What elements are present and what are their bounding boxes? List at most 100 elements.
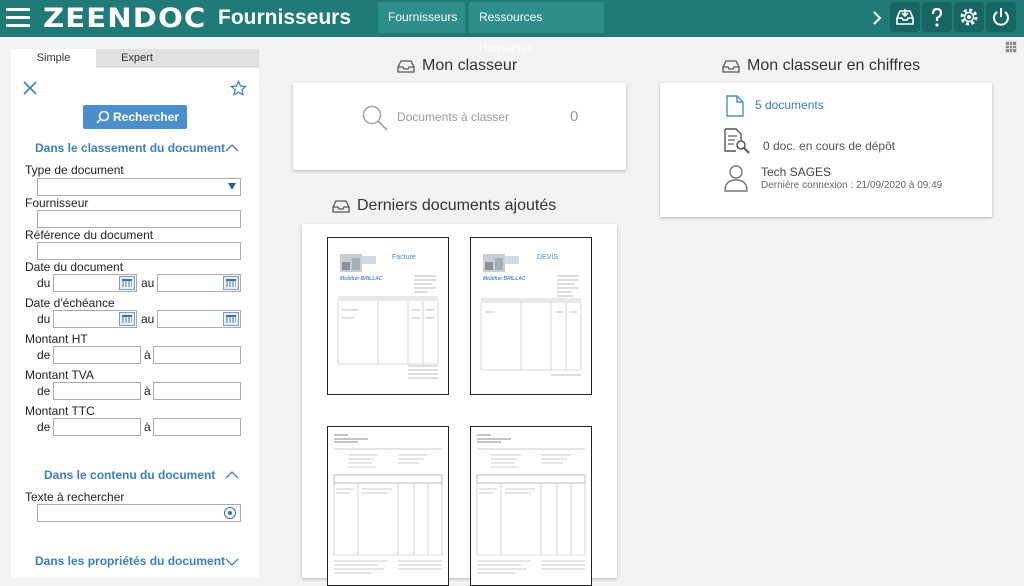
chevron-right-icon[interactable]	[870, 9, 884, 27]
montant-ttc-to-input[interactable]	[153, 418, 241, 436]
chiffres-title: Mon classeur en chiffres	[747, 57, 921, 74]
menu-icon[interactable]	[4, 4, 32, 32]
chevron-up-icon[interactable]	[225, 471, 239, 479]
label-du: du	[37, 312, 51, 326]
search-icon	[362, 105, 388, 131]
user-name: Tech SAGES	[761, 165, 832, 179]
label-montant-ttc: Montant TTC	[25, 404, 95, 418]
document-company: Mobilier BRILLAC	[483, 276, 526, 282]
search-button-label: Rechercher	[113, 110, 180, 124]
calendar-icon[interactable]	[223, 276, 239, 290]
label-du: du	[37, 276, 51, 290]
tab-ressources-humaines[interactable]: Ressources Humaines	[469, 2, 604, 55]
label-fournisseur: Fournisseur	[25, 196, 89, 210]
derniers-title: Derniers documents ajoutés	[357, 197, 557, 214]
search-panel: Simple Expert Rechercher Dans le classem…	[11, 49, 259, 578]
app-logo[interactable]: ZEENDOC	[43, 3, 206, 34]
power-icon	[993, 8, 1009, 26]
tab-simple[interactable]: Simple	[11, 49, 96, 68]
star-icon[interactable]	[230, 80, 247, 97]
derniers-card: Facture Mobilier BRILLAC DEVIS Mobilier …	[302, 224, 617, 586]
to-classify-link[interactable]: Documents à classer	[397, 110, 509, 124]
help-button[interactable]	[922, 2, 952, 32]
document-preview	[337, 254, 439, 379]
date-document-to-input[interactable]	[157, 274, 241, 292]
chevron-down-icon[interactable]	[225, 558, 239, 566]
montant-tva-from-input[interactable]	[53, 382, 141, 400]
label-montant-tva: Montant TVA	[25, 368, 94, 382]
label-type-document: Type de document	[25, 163, 124, 177]
search-mode-tabs: Simple Expert	[11, 49, 259, 68]
document-preview	[480, 254, 582, 376]
reference-input[interactable]	[37, 242, 241, 260]
classeur-card: Documents à classer 0	[293, 83, 626, 170]
grid-icon[interactable]	[1005, 41, 1017, 53]
search-button[interactable]: Rechercher	[83, 105, 187, 129]
fournisseur-input[interactable]	[37, 210, 241, 228]
montant-ht-from-input[interactable]	[53, 346, 141, 364]
document-thumbnail[interactable]	[327, 426, 449, 586]
settings-button[interactable]	[954, 2, 984, 32]
calendar-icon[interactable]	[223, 312, 239, 326]
label-de: de	[37, 348, 51, 362]
tray-icon	[332, 200, 350, 213]
depot-status: 0 doc. en cours de dépôt	[763, 139, 896, 153]
montant-ht-to-input[interactable]	[153, 346, 241, 364]
inbox-button[interactable]	[890, 2, 920, 32]
chevron-down-icon	[228, 183, 236, 190]
document-thumbnail[interactable]: Facture Mobilier BRILLAC	[327, 237, 449, 395]
calendar-icon[interactable]	[119, 312, 135, 326]
top-bar: ZEENDOC Fournisseurs Fournisseurs Ressou…	[0, 0, 1024, 55]
section-proprietes[interactable]: Dans les propriétés du document	[35, 554, 225, 568]
tab-fournisseurs[interactable]: Fournisseurs	[378, 2, 465, 33]
settings-icon	[960, 8, 978, 26]
tray-icon	[722, 60, 740, 73]
calendar-icon[interactable]	[119, 276, 135, 290]
label-montant-ht: Montant HT	[25, 332, 88, 346]
label-au: au	[141, 276, 155, 290]
label-a: à	[144, 420, 151, 434]
search-icon	[96, 110, 110, 124]
help-icon	[931, 7, 943, 27]
label-reference: Référence du document	[25, 228, 154, 242]
label-a: à	[144, 384, 151, 398]
texte-input[interactable]	[37, 504, 241, 522]
label-date-document: Date du document	[25, 260, 124, 274]
documents-count-link[interactable]: 5 documents	[755, 98, 824, 112]
section-classement[interactable]: Dans le classement du document	[35, 141, 225, 155]
document-heading: Facture	[392, 254, 416, 261]
date-echeance-from-input[interactable]	[53, 310, 137, 328]
last-login: Dernière connexion : 21/09/2020 à 09:49	[761, 180, 943, 191]
close-icon[interactable]	[23, 81, 37, 95]
chevron-up-icon[interactable]	[225, 144, 239, 152]
montant-ttc-from-input[interactable]	[53, 418, 141, 436]
type-document-select[interactable]	[37, 178, 241, 196]
document-thumbnail[interactable]: DEVIS Mobilier BRILLAC	[470, 237, 592, 395]
label-date-echeance: Date d'échéance	[25, 296, 115, 310]
section-contenu[interactable]: Dans le contenu du document	[44, 468, 215, 482]
label-a: à	[144, 348, 151, 362]
tray-icon	[397, 60, 415, 73]
power-button[interactable]	[986, 2, 1016, 32]
document-icon	[726, 95, 744, 117]
montant-tva-to-input[interactable]	[153, 382, 241, 400]
document-company: Mobilier BRILLAC	[340, 276, 383, 282]
document-search-icon	[724, 128, 750, 154]
date-document-from-input[interactable]	[53, 274, 137, 292]
label-de: de	[37, 384, 51, 398]
document-preview	[476, 434, 586, 574]
chiffres-card: 5 documents 0 doc. en cours de dépôt Tec…	[660, 83, 992, 217]
date-echeance-to-input[interactable]	[157, 310, 241, 328]
inbox-icon	[896, 9, 914, 25]
user-icon	[724, 165, 748, 192]
label-texte: Texte à rechercher	[25, 490, 125, 504]
to-classify-count: 0	[570, 108, 579, 125]
tab-expert[interactable]: Expert	[96, 49, 178, 68]
label-au: au	[141, 312, 155, 326]
document-preview	[333, 434, 443, 574]
document-heading: DEVIS	[537, 254, 559, 261]
document-thumbnail[interactable]	[470, 426, 592, 586]
target-icon[interactable]	[224, 507, 236, 519]
label-de: de	[37, 420, 51, 434]
classeur-title: Mon classeur	[422, 57, 518, 74]
